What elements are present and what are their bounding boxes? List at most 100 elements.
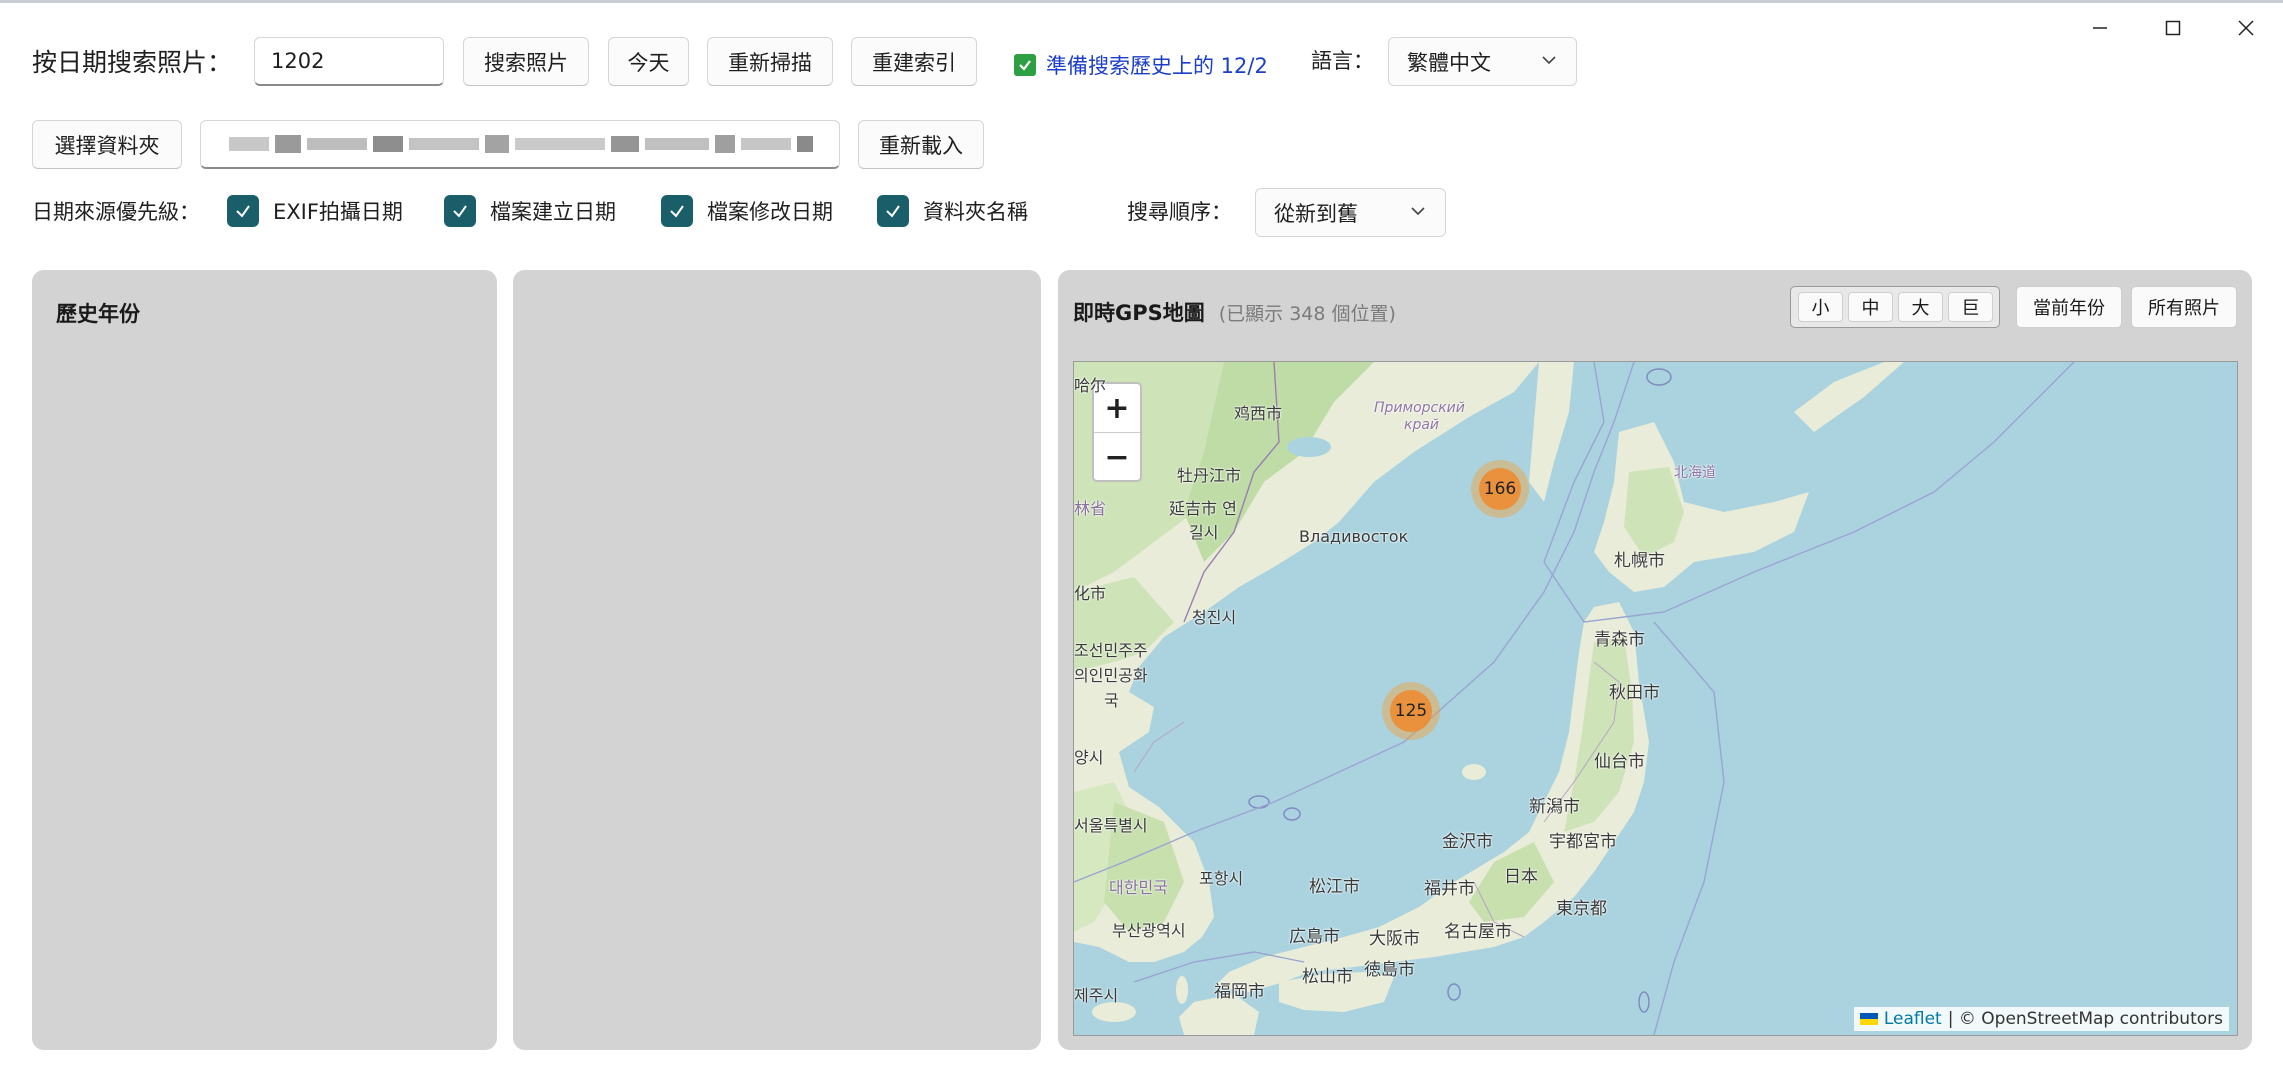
date-input[interactable]: 1202 [254, 37, 444, 86]
status-text: 準備搜索歷史上的 12/2 [1046, 54, 1268, 78]
today-button[interactable]: 今天 [608, 37, 689, 86]
map-label: 대한민국 [1109, 878, 1168, 897]
map-label: 仙台市 [1594, 752, 1645, 772]
checkbox-label: 資料夾名稱 [923, 200, 1028, 224]
blurred-path-text [229, 135, 813, 153]
map-label: 林省 [1074, 499, 1107, 518]
priority-label: 日期來源優先級： [32, 200, 200, 224]
check-icon [1014, 54, 1036, 76]
map-label: 福岡市 [1214, 982, 1265, 1002]
size-small-button[interactable]: 小 [1798, 292, 1843, 322]
checkbox-check-icon [661, 195, 693, 227]
map-label: 牡丹江市 [1177, 466, 1242, 485]
checkbox-check-icon [227, 195, 259, 227]
zoom-control: + − [1092, 382, 1142, 482]
rebuild-index-button[interactable]: 重建索引 [851, 37, 977, 86]
minimize-icon [2093, 27, 2107, 29]
checkbox-label: 檔案建立日期 [490, 200, 616, 224]
checkbox-label: EXIF拍攝日期 [273, 200, 403, 224]
search-order-label: 搜尋順序： [1127, 200, 1232, 224]
size-medium-button[interactable]: 中 [1848, 292, 1893, 322]
map-label: 秋田市 [1609, 683, 1660, 703]
cluster-count: 125 [1390, 690, 1432, 732]
close-icon [2238, 20, 2254, 36]
history-years-panel: 歷史年份 [32, 270, 497, 1050]
map-label: Владивосток [1299, 527, 1409, 546]
map-label: 化市 [1074, 584, 1107, 603]
language-value: 繁體中文 [1407, 50, 1491, 75]
photo-cluster-marker[interactable]: 125 [1382, 682, 1440, 740]
gps-map[interactable]: + − 哈尔 鸡西市 Приморский край 牡丹江市 延吉市 연 길시… [1073, 361, 2238, 1036]
leaflet-link[interactable]: Leaflet [1884, 1009, 1942, 1029]
maximize-button[interactable] [2143, 10, 2203, 46]
chevron-down-icon [1542, 56, 1556, 65]
map-label: 국 [1104, 691, 1119, 710]
map-label: 길시 [1189, 523, 1219, 542]
map-label: 양시 [1074, 748, 1104, 767]
attribution-text: | © OpenStreetMap contributors [1947, 1009, 2223, 1029]
checkbox-label: 檔案修改日期 [707, 200, 833, 224]
map-label: 金沢市 [1442, 832, 1493, 852]
rescan-button[interactable]: 重新掃描 [707, 37, 833, 86]
search-order-value: 從新到舊 [1274, 201, 1358, 226]
map-label: 名古屋市 [1444, 922, 1512, 942]
map-label: 哈尔 [1074, 376, 1107, 395]
folder-name-checkbox[interactable]: 資料夾名稱 [877, 195, 1028, 227]
date-search-label: 按日期搜索照片： [32, 48, 233, 77]
search-order-select[interactable]: 從新到舊 [1255, 188, 1446, 237]
zoom-out-button[interactable]: − [1094, 433, 1140, 481]
map-label: 東京都 [1556, 899, 1607, 919]
ukraine-flag-icon [1859, 1013, 1878, 1025]
map-label: Приморский [1374, 400, 1465, 416]
reload-button[interactable]: 重新載入 [858, 120, 984, 169]
language-select[interactable]: 繁體中文 [1388, 37, 1577, 86]
status-indicator: 準備搜索歷史上的 12/2 [1014, 50, 1268, 80]
maximize-icon [2165, 20, 2181, 36]
map-label: 徳島市 [1364, 960, 1415, 980]
map-label: 青森市 [1594, 630, 1645, 650]
chevron-down-icon [1411, 207, 1425, 216]
map-label: 宇都宮市 [1549, 832, 1617, 852]
minimize-button[interactable] [2070, 10, 2130, 46]
cluster-count: 166 [1479, 468, 1521, 510]
file-modified-date-checkbox[interactable]: 檔案修改日期 [661, 195, 833, 227]
history-years-title: 歷史年份 [56, 302, 140, 326]
map-label: 日本 [1504, 867, 1538, 887]
map-label: 제주시 [1074, 986, 1119, 1005]
map-label: 鸡西市 [1234, 404, 1283, 423]
map-label: 청진시 [1192, 608, 1237, 627]
map-location-count: (已顯示 348 個位置) [1218, 303, 1396, 325]
choose-folder-button[interactable]: 選擇資料夾 [32, 120, 182, 169]
checkbox-check-icon [444, 195, 476, 227]
map-label: 大阪市 [1369, 929, 1420, 949]
map-label: 서울특별시 [1074, 816, 1148, 835]
all-photos-button[interactable]: 所有照片 [2131, 286, 2237, 328]
size-large-button[interactable]: 大 [1898, 292, 1943, 322]
folder-path-field[interactable] [200, 120, 840, 169]
map-attribution: Leaflet | © OpenStreetMap contributors [1853, 1007, 2229, 1031]
window-top-border [0, 0, 2283, 3]
photo-list-panel [513, 270, 1041, 1050]
map-label: 延吉市 연 [1169, 499, 1237, 518]
map-label: 松江市 [1309, 877, 1360, 897]
file-created-date-checkbox[interactable]: 檔案建立日期 [444, 195, 616, 227]
map-label: 松山市 [1302, 967, 1353, 987]
map-label: 北海道 [1674, 465, 1716, 481]
map-title-text: 即時GPS地圖 [1073, 301, 1205, 325]
map-label: край [1404, 417, 1440, 433]
map-label: 福井市 [1424, 879, 1475, 899]
search-photos-button[interactable]: 搜索照片 [463, 37, 589, 86]
size-huge-button[interactable]: 巨 [1948, 292, 1993, 322]
current-year-button[interactable]: 當前年份 [2016, 286, 2122, 328]
map-label: 新潟市 [1529, 797, 1580, 817]
close-button[interactable] [2216, 10, 2276, 46]
map-label: 의인민공화 [1074, 666, 1148, 685]
checkbox-check-icon [877, 195, 909, 227]
map-label: 広島市 [1289, 927, 1340, 947]
photo-cluster-marker[interactable]: 166 [1471, 460, 1529, 518]
map-label: 札幌市 [1614, 551, 1665, 571]
exif-date-checkbox[interactable]: EXIF拍攝日期 [227, 195, 403, 227]
marker-size-group: 小 中 大 巨 [1790, 286, 2000, 328]
language-label: 語言： [1311, 49, 1374, 73]
map-label: 부산광역시 [1112, 921, 1186, 940]
